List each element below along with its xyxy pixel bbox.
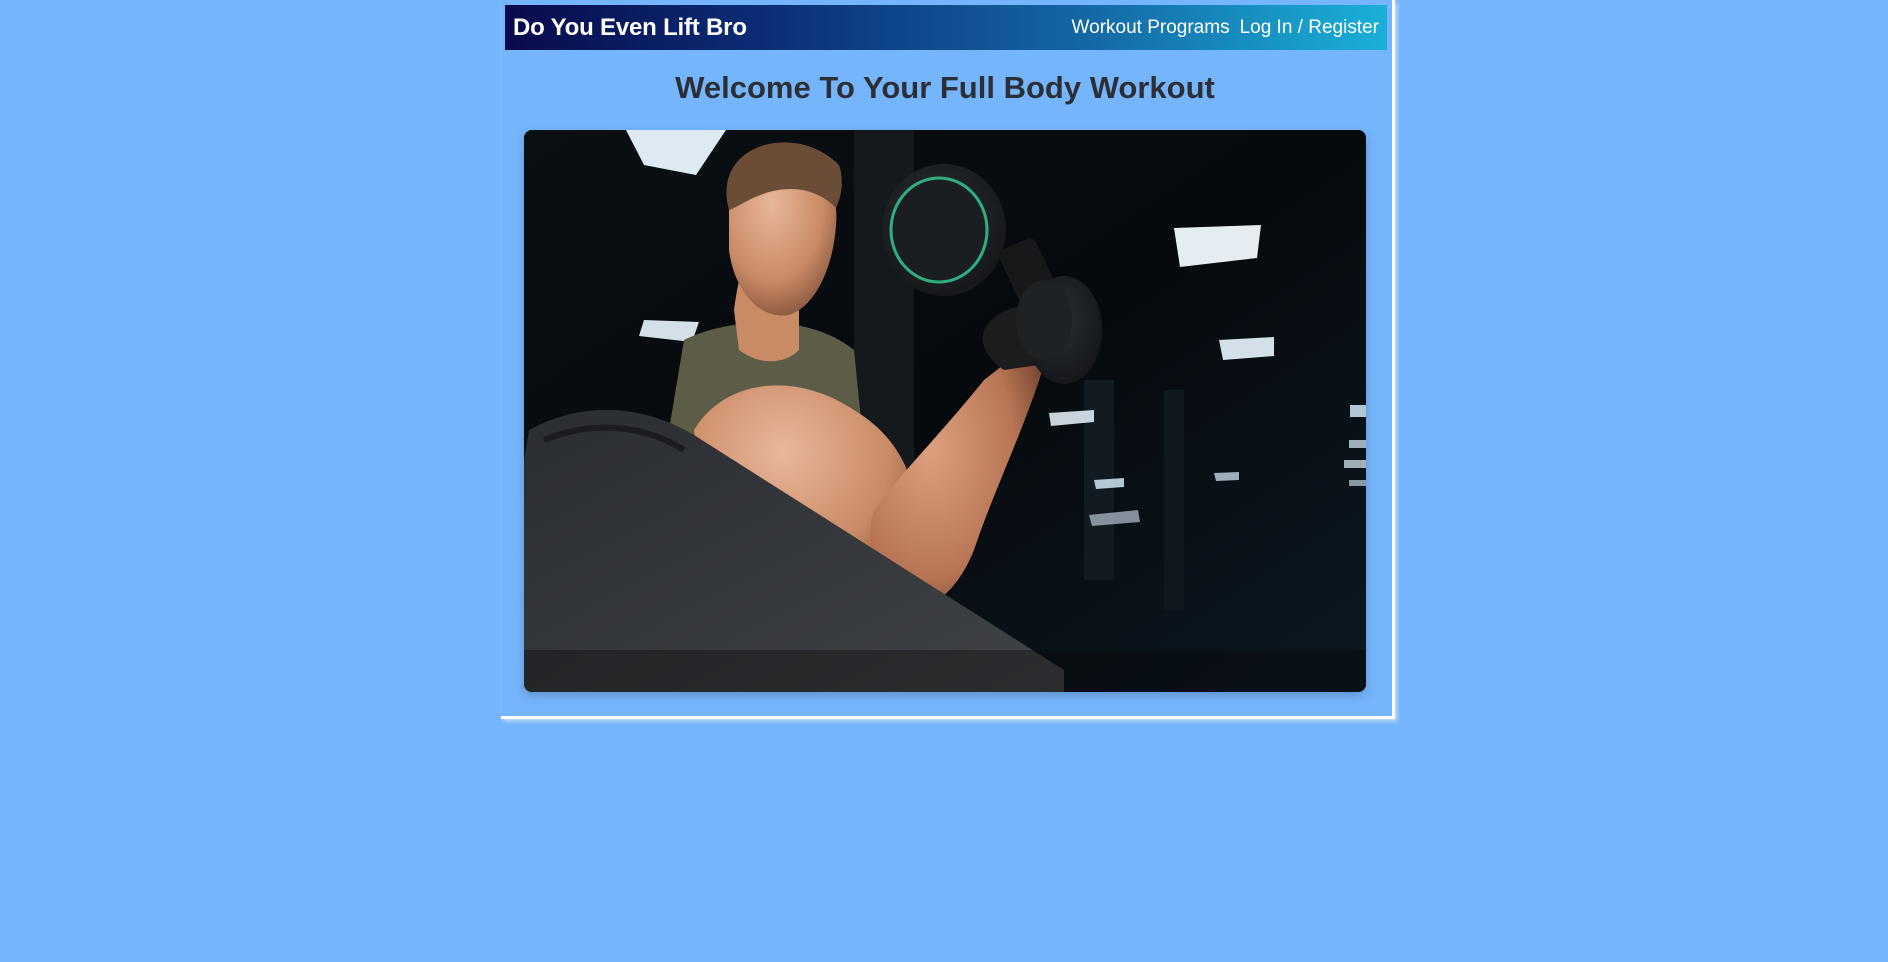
brand-logo-link[interactable]: Do You Even Lift Bro [513,14,747,42]
hero-image [524,130,1366,692]
page-background: Do You Even Lift Bro Workout Programs Lo… [0,0,1888,962]
content-container: Do You Even Lift Bro Workout Programs Lo… [501,0,1395,719]
page-title: Welcome To Your Full Body Workout [675,70,1215,105]
nav-links: Workout Programs Log In / Register [1072,17,1379,39]
hero-illustration [524,130,1366,692]
navbar: Do You Even Lift Bro Workout Programs Lo… [505,5,1387,50]
nav-login-register[interactable]: Log In / Register [1240,17,1379,39]
nav-workout-programs[interactable]: Workout Programs [1072,17,1230,39]
